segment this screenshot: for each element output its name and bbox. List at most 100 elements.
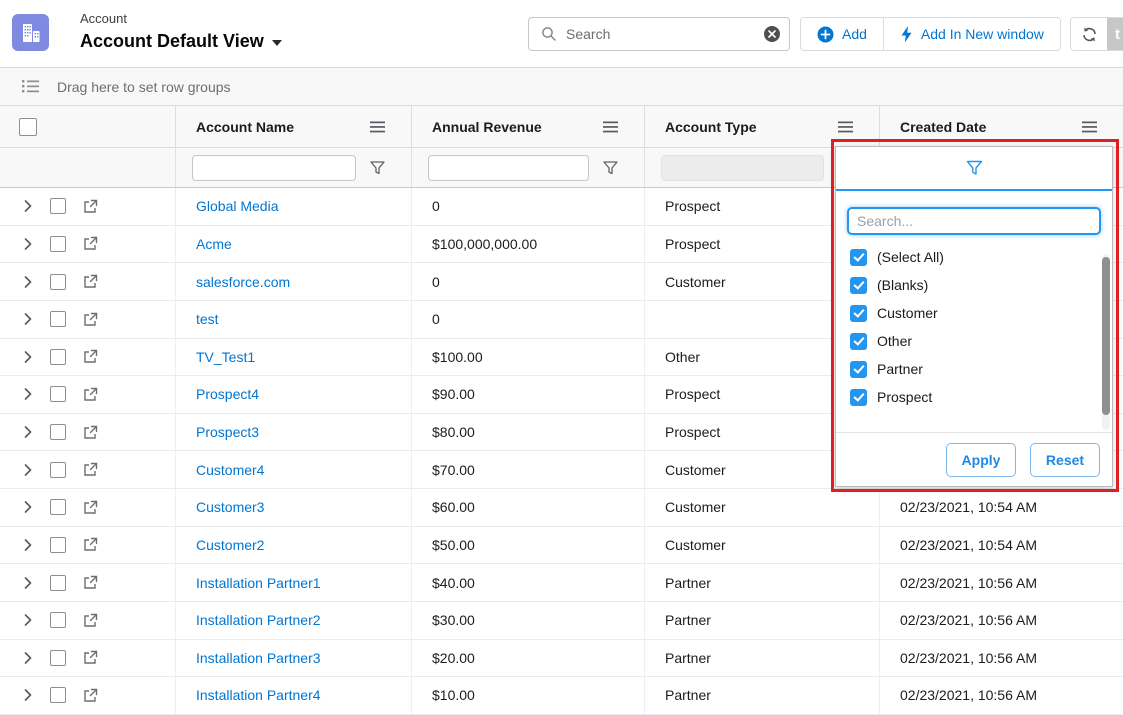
- open-record-icon[interactable]: [83, 425, 98, 440]
- open-record-icon[interactable]: [83, 199, 98, 214]
- row-expand-chevron-icon[interactable]: [24, 464, 32, 476]
- row-expand-chevron-icon[interactable]: [24, 276, 32, 288]
- open-record-icon[interactable]: [83, 462, 98, 477]
- filter-value-item[interactable]: (Select All): [836, 243, 1112, 271]
- account-name-link[interactable]: salesforce.com: [196, 274, 290, 290]
- row-checkbox[interactable]: [50, 349, 66, 365]
- open-record-icon[interactable]: [83, 500, 98, 515]
- apply-button[interactable]: Apply: [946, 443, 1016, 477]
- row-checkbox[interactable]: [50, 198, 66, 214]
- annual-revenue-cell: $30.00: [412, 602, 645, 639]
- account-name-link[interactable]: Prospect3: [196, 424, 259, 440]
- filter-value-item[interactable]: Other: [836, 327, 1112, 355]
- row-expand-chevron-icon[interactable]: [24, 313, 32, 325]
- checked-checkbox[interactable]: [850, 389, 867, 406]
- row-expand-chevron-icon[interactable]: [24, 539, 32, 551]
- open-record-icon[interactable]: [83, 312, 98, 327]
- checked-checkbox[interactable]: [850, 305, 867, 322]
- open-record-icon[interactable]: [83, 613, 98, 628]
- account-type-cell: Partner: [645, 677, 880, 714]
- account-name-link[interactable]: Customer2: [196, 537, 264, 553]
- account-name-link[interactable]: Global Media: [196, 198, 279, 214]
- account-name-link[interactable]: Customer3: [196, 499, 264, 515]
- header-annual-revenue[interactable]: Annual Revenue: [412, 106, 645, 147]
- row-expand-chevron-icon[interactable]: [24, 577, 32, 589]
- filter-funnel-icon[interactable]: [370, 161, 385, 175]
- account-name-link[interactable]: Customer4: [196, 462, 264, 478]
- row-checkbox[interactable]: [50, 650, 66, 666]
- checked-checkbox[interactable]: [850, 333, 867, 350]
- filter-value-list: (Select All)(Blanks)CustomerOtherPartner…: [836, 243, 1112, 413]
- filter-value-item[interactable]: Prospect: [836, 383, 1112, 411]
- row-checkbox[interactable]: [50, 537, 66, 553]
- row-expand-chevron-icon[interactable]: [24, 426, 32, 438]
- column-menu-icon[interactable]: [1082, 121, 1097, 132]
- account-name-filter-input[interactable]: [192, 155, 356, 181]
- row-checkbox[interactable]: [50, 424, 66, 440]
- row-checkbox[interactable]: [50, 575, 66, 591]
- annual-revenue-cell: $90.00: [412, 376, 645, 413]
- header-created-date[interactable]: Created Date: [880, 106, 1123, 147]
- row-checkbox[interactable]: [50, 612, 66, 628]
- row-checkbox[interactable]: [50, 687, 66, 703]
- header-account-name[interactable]: Account Name: [176, 106, 412, 147]
- filter-list-scrollbar-thumb[interactable]: [1102, 257, 1110, 415]
- filter-value-item[interactable]: Customer: [836, 299, 1112, 327]
- checked-checkbox[interactable]: [850, 277, 867, 294]
- view-caret-down-icon[interactable]: [272, 40, 282, 46]
- open-record-icon[interactable]: [83, 274, 98, 289]
- checked-checkbox[interactable]: [850, 249, 867, 266]
- row-expand-chevron-icon[interactable]: [24, 238, 32, 250]
- clear-search-icon[interactable]: [763, 25, 781, 43]
- account-name-link[interactable]: Installation Partner4: [196, 687, 321, 703]
- row-checkbox[interactable]: [50, 274, 66, 290]
- row-expand-chevron-icon[interactable]: [24, 351, 32, 363]
- row-checkbox[interactable]: [50, 386, 66, 402]
- reset-button[interactable]: Reset: [1030, 443, 1100, 477]
- row-expand-chevron-icon[interactable]: [24, 200, 32, 212]
- row-checkbox[interactable]: [50, 462, 66, 478]
- account-name-link[interactable]: Acme: [196, 236, 232, 252]
- row-expand-chevron-icon[interactable]: [24, 652, 32, 664]
- account-name-link[interactable]: Prospect4: [196, 386, 259, 402]
- column-menu-icon[interactable]: [370, 121, 385, 132]
- account-name-link[interactable]: Installation Partner3: [196, 650, 321, 666]
- search-input[interactable]: [566, 26, 763, 42]
- add-button[interactable]: Add: [801, 18, 883, 50]
- column-menu-icon[interactable]: [838, 121, 853, 132]
- account-name-link[interactable]: Installation Partner1: [196, 575, 321, 591]
- select-all-checkbox[interactable]: [19, 118, 37, 136]
- open-record-icon[interactable]: [83, 349, 98, 364]
- open-record-icon[interactable]: [83, 537, 98, 552]
- account-name-link[interactable]: test: [196, 311, 219, 327]
- checked-checkbox[interactable]: [850, 361, 867, 378]
- filter-search-box[interactable]: [847, 207, 1101, 235]
- row-checkbox[interactable]: [50, 499, 66, 515]
- account-name-link[interactable]: TV_Test1: [196, 349, 255, 365]
- row-expand-chevron-icon[interactable]: [24, 388, 32, 400]
- partial-cutoff-button[interactable]: t: [1107, 18, 1123, 50]
- account-name-link[interactable]: Installation Partner2: [196, 612, 321, 628]
- open-record-icon[interactable]: [83, 575, 98, 590]
- open-record-icon[interactable]: [83, 688, 98, 703]
- filter-value-item[interactable]: Partner: [836, 355, 1112, 383]
- open-record-icon[interactable]: [83, 236, 98, 251]
- filter-funnel-icon[interactable]: [603, 161, 618, 175]
- row-checkbox[interactable]: [50, 311, 66, 327]
- refresh-button[interactable]: [1071, 18, 1107, 50]
- column-menu-icon[interactable]: [603, 121, 618, 132]
- row-expand-chevron-icon[interactable]: [24, 689, 32, 701]
- filter-search-input[interactable]: [849, 213, 1099, 229]
- row-group-panel[interactable]: Drag here to set row groups: [0, 68, 1123, 106]
- annual-revenue-filter-input[interactable]: [428, 155, 589, 181]
- row-expand-chevron-icon[interactable]: [24, 501, 32, 513]
- filter-value-item[interactable]: (Blanks): [836, 271, 1112, 299]
- add-in-new-window-button[interactable]: Add In New window: [883, 18, 1060, 50]
- header-account-type[interactable]: Account Type: [645, 106, 880, 147]
- global-search-box[interactable]: [528, 17, 790, 51]
- open-record-icon[interactable]: [83, 650, 98, 665]
- filter-tab-funnel-icon[interactable]: [966, 160, 983, 176]
- open-record-icon[interactable]: [83, 387, 98, 402]
- row-checkbox[interactable]: [50, 236, 66, 252]
- row-expand-chevron-icon[interactable]: [24, 614, 32, 626]
